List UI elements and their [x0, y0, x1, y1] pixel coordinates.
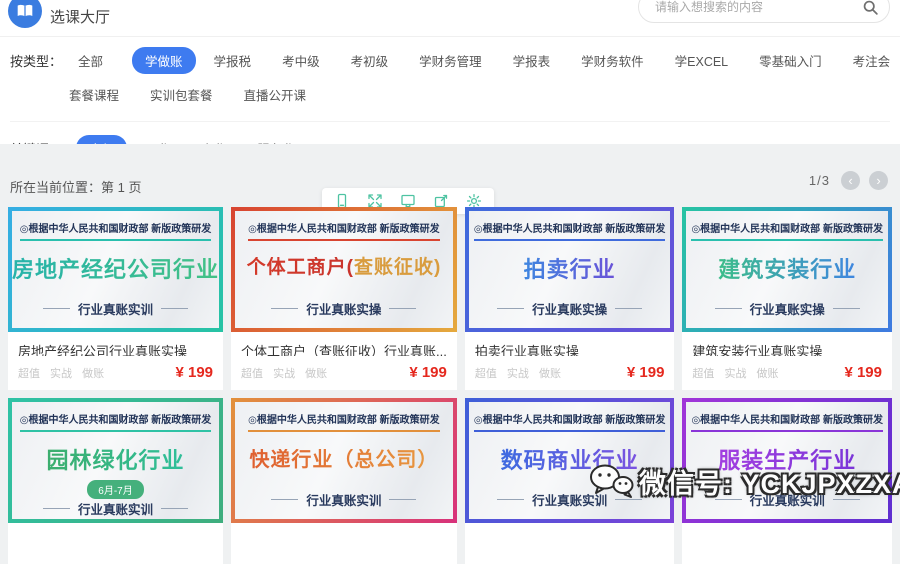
listing-meta-row: 所在当前位置：第 1 页 1/3 ‹ ›: [0, 144, 900, 207]
course-price: ¥ 199: [844, 364, 882, 381]
page-header: 选课大厅: [0, 0, 900, 37]
course-title[interactable]: [241, 532, 447, 547]
course-ribbon: ◎根据中华人民共和国财政部 新版政策研发: [248, 411, 440, 432]
search-input[interactable]: [653, 0, 862, 15]
course-title[interactable]: [18, 532, 213, 547]
magnifier-icon[interactable]: [862, 0, 879, 16]
current-location-text: 所在当前位置：第 1 页: [10, 177, 141, 196]
course-info: 房地产经纪公司行业真账实操 超值 实战 做账 ¥ 199: [8, 332, 223, 390]
pagination: 1/3 ‹ ›: [809, 171, 888, 190]
course-tags: 超值 实战 做账: [241, 365, 327, 381]
course-info: 个体工商户（查账征收）行业真账... 超值 实战 做账 ¥ 199: [231, 332, 457, 390]
course-cover: ◎根据中华人民共和国财政部 新版政策研发 园林绿化行业 6月-7月 行业真账实训: [8, 398, 223, 523]
course-ribbon: ◎根据中华人民共和国财政部 新版政策研发: [20, 411, 212, 432]
page-indicator: 1/3: [809, 173, 830, 188]
type-filter-item[interactable]: 学财务管理: [417, 48, 484, 73]
course-cover: ◎根据中华人民共和国财政部 新版政策研发 快递行业（总公司） 行业真账实训: [231, 398, 457, 523]
course-cover: ◎根据中华人民共和国财政部 新版政策研发 个体工商户(查账征收) 行业真账实操: [231, 207, 457, 332]
type-filter-row: 按类型： 全部 学做账 学报税 考中级 考初级 学财务管理 学报表 学财务软件 …: [10, 47, 890, 74]
course-cover: ◎根据中华人民共和国财政部 新版政策研发 拍卖行业 行业真账实操: [465, 207, 675, 332]
course-cover-title: 拍卖行业: [524, 252, 616, 284]
course-price: ¥ 199: [627, 364, 665, 381]
course-ribbon: ◎根据中华人民共和国财政部 新版政策研发: [691, 220, 883, 241]
course-info: [8, 523, 223, 581]
course-cover-title: 房地产经纪公司行业: [12, 252, 219, 284]
course-info: [231, 523, 457, 581]
page-title: 选课大厅: [50, 6, 110, 27]
type-filter-item[interactable]: 学报表: [511, 48, 553, 73]
course-card[interactable]: ◎根据中华人民共和国财政部 新版政策研发 快递行业（总公司） 行业真账实训: [231, 398, 457, 581]
course-cover-title: 园林绿化行业: [47, 443, 185, 475]
book-icon: [16, 2, 34, 20]
course-price: ¥ 199: [175, 364, 213, 381]
course-cover-title: 快递行业（总公司）: [249, 443, 438, 472]
type-filter-item[interactable]: 实训包套餐: [148, 82, 215, 107]
course-info: [682, 523, 892, 581]
course-card[interactable]: ◎根据中华人民共和国财政部 新版政策研发 拍卖行业 行业真账实操 拍卖行业真账实…: [465, 207, 675, 390]
course-title[interactable]: 建筑安装行业真账实操: [692, 341, 882, 356]
type-filter-item-active[interactable]: 学做账: [132, 47, 196, 74]
course-info: 拍卖行业真账实操 超值 实战 做账 ¥ 199: [465, 332, 675, 390]
course-card[interactable]: ◎根据中华人民共和国财政部 新版政策研发 园林绿化行业 6月-7月 行业真账实训: [8, 398, 223, 581]
course-cover: ◎根据中华人民共和国财政部 新版政策研发 房地产经纪公司行业 行业真账实训: [8, 207, 223, 332]
course-ribbon: ◎根据中华人民共和国财政部 新版政策研发: [20, 220, 212, 241]
course-title[interactable]: 个体工商户（查账征收）行业真账...: [241, 341, 447, 356]
course-card[interactable]: ◎根据中华人民共和国财政部 新版政策研发 个体工商户(查账征收) 行业真账实操 …: [231, 207, 457, 390]
type-filter-item[interactable]: 考中级: [280, 48, 322, 73]
type-filter-item[interactable]: 考初级: [349, 48, 391, 73]
course-ribbon: ◎根据中华人民共和国财政部 新版政策研发: [691, 411, 883, 432]
course-title[interactable]: [475, 532, 665, 547]
wechat-watermark: 微信号: YCKJPXZXA308: [588, 461, 900, 501]
course-cover-subtitle: 行业真账实操: [497, 299, 642, 318]
course-ribbon: ◎根据中华人民共和国财政部 新版政策研发: [474, 411, 666, 432]
course-cover-subtitle: 行业真账实训: [43, 499, 188, 518]
type-filter-item[interactable]: 套餐课程: [67, 82, 121, 107]
course-info: [465, 523, 675, 581]
course-cover-subtitle: 行业真账实训: [271, 490, 416, 509]
course-cover: ◎根据中华人民共和国财政部 新版政策研发 建筑安装行业 行业真账实操: [682, 207, 892, 332]
course-cover-subtitle: 行业真账实训: [43, 299, 188, 318]
type-filter-item[interactable]: 直播公开课: [242, 82, 309, 107]
course-listing: 所在当前位置：第 1 页 1/3 ‹ ›: [0, 144, 900, 564]
course-cover-title: 建筑安装行业: [718, 252, 856, 284]
chevron-right-icon[interactable]: ›: [869, 171, 888, 190]
chevron-left-icon[interactable]: ‹: [841, 171, 860, 190]
course-card[interactable]: ◎根据中华人民共和国财政部 新版政策研发 建筑安装行业 行业真账实操 建筑安装行…: [682, 207, 892, 390]
course-cover-subtitle: 行业真账实操: [715, 299, 860, 318]
course-ribbon: ◎根据中华人民共和国财政部 新版政策研发: [474, 220, 666, 241]
type-filter-item[interactable]: 全部: [76, 48, 105, 73]
course-cover-title: 个体工商户(查账征收): [247, 252, 442, 279]
course-hall-logo: [8, 0, 42, 28]
course-title[interactable]: [692, 532, 882, 547]
course-date-badge: 6月-7月: [87, 480, 143, 499]
course-card[interactable]: ◎根据中华人民共和国财政部 新版政策研发 房地产经纪公司行业 行业真账实训 房地…: [8, 207, 223, 390]
type-filter-row-2: 套餐课程 实训包套餐 直播公开课: [67, 82, 890, 107]
course-info: 建筑安装行业真账实操 超值 实战 做账 ¥ 199: [682, 332, 892, 390]
course-title[interactable]: 房地产经纪公司行业真账实操: [18, 341, 213, 356]
course-cover-subtitle: 行业真账实操: [271, 299, 416, 318]
type-filter-item[interactable]: 学报税: [212, 48, 254, 73]
course-price: ¥ 199: [409, 364, 447, 381]
type-filter-item[interactable]: 考注会: [851, 48, 893, 73]
watermark-text: 微信号: YCKJPXZXA308: [639, 462, 900, 501]
wechat-icon: [588, 461, 634, 501]
course-ribbon: ◎根据中华人民共和国财政部 新版政策研发: [248, 220, 440, 241]
type-filter-item[interactable]: 学财务软件: [579, 48, 646, 73]
course-tags: 超值 实战 做账: [692, 365, 778, 381]
course-grid: ◎根据中华人民共和国财政部 新版政策研发 房地产经纪公司行业 行业真账实训 房地…: [8, 207, 892, 581]
search-box[interactable]: [638, 0, 890, 23]
course-title[interactable]: 拍卖行业真账实操: [475, 341, 665, 356]
type-filter-label: 按类型：: [10, 51, 62, 70]
course-tags: 超值 实战 做账: [475, 365, 561, 381]
type-filter-item[interactable]: 学EXCEL: [673, 48, 731, 73]
type-filter-item[interactable]: 零基础入门: [757, 48, 824, 73]
course-tags: 超值 实战 做账: [18, 365, 104, 381]
